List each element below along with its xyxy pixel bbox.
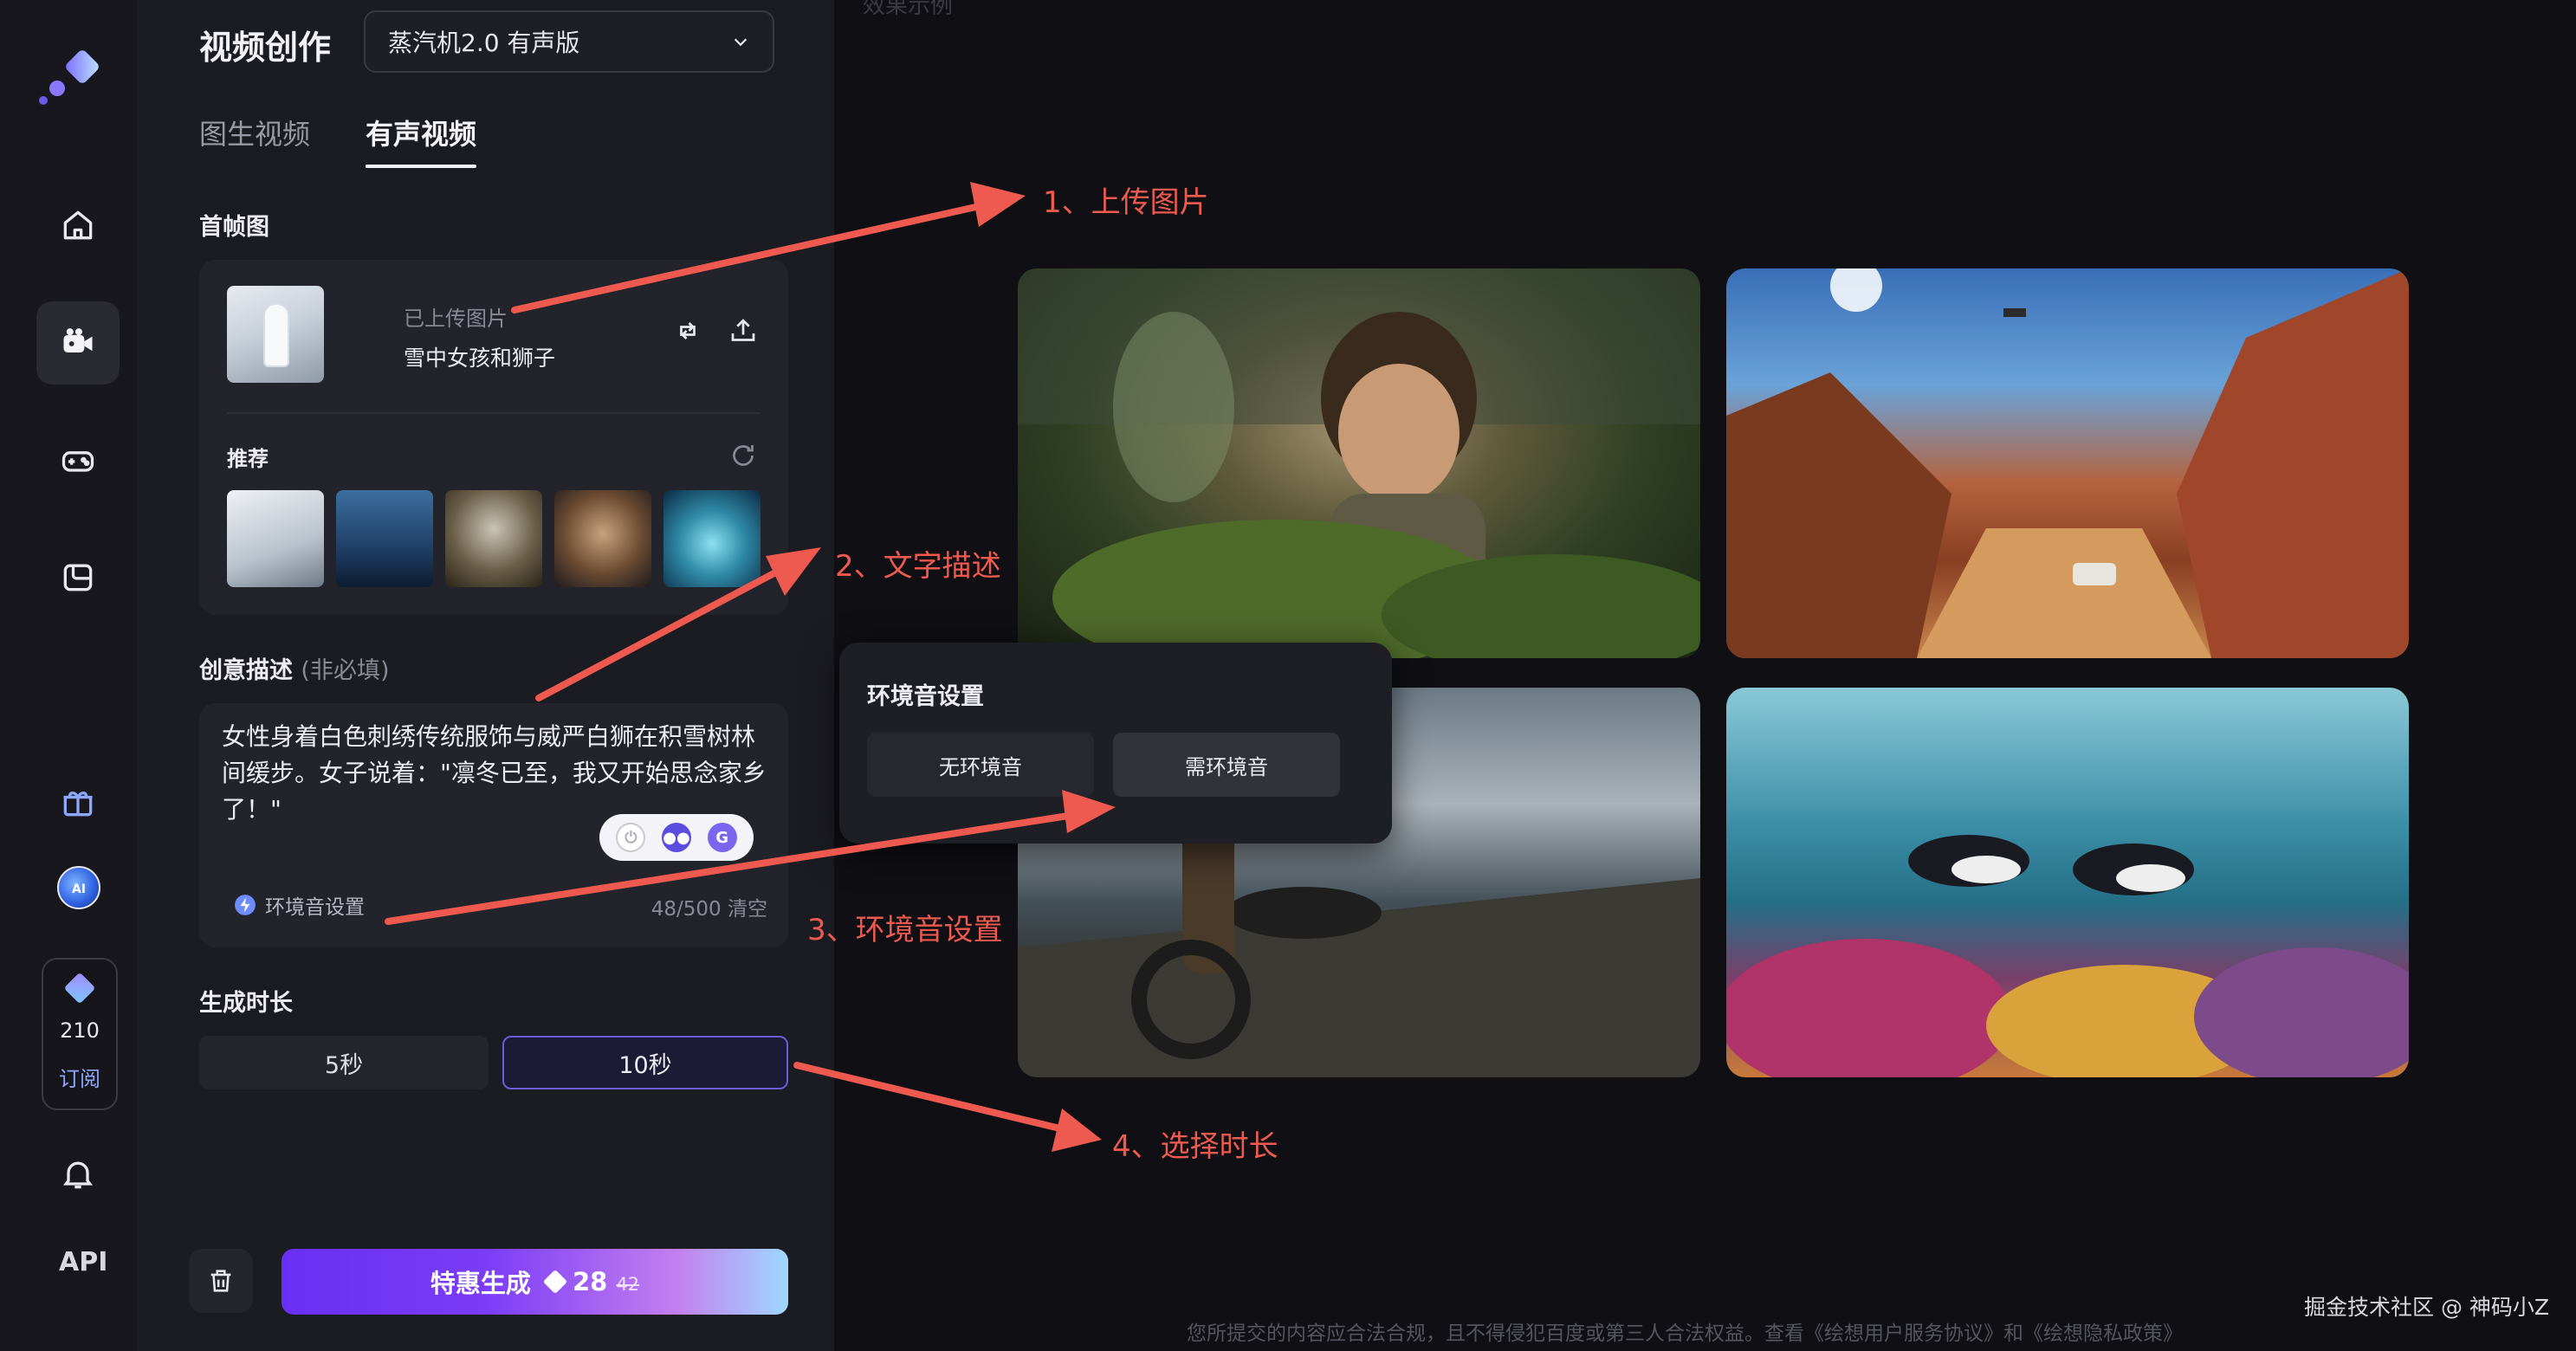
description-label-text: 创意描述	[199, 657, 293, 684]
clear-button[interactable]: 清空	[728, 898, 767, 921]
gamepad-icon	[61, 451, 94, 472]
tab-audio-video[interactable]: 有声视频	[366, 113, 476, 152]
description-card: 女性身着白色刺绣传统服饰与威严白狮在积雪树林间缓步。女子说着："凛冬已至，我又开…	[199, 703, 788, 947]
swap-icon	[680, 322, 696, 339]
nav-gift[interactable]	[36, 760, 120, 844]
first-frame-label: 首帧图	[199, 214, 269, 241]
model-select-value: 蒸汽机2.0 有声版	[388, 29, 580, 57]
credits-count: 210	[60, 1018, 100, 1043]
ai-badge-icon[interactable]: AI	[57, 866, 100, 909]
env-sound-label: 环境音设置	[265, 896, 365, 919]
generate-original-price: 42	[616, 1274, 640, 1295]
recommend-label: 推荐	[227, 447, 269, 471]
tab-image-to-video[interactable]: 图生视频	[199, 113, 310, 152]
generate-button[interactable]: 特惠生成 28 42	[282, 1249, 788, 1315]
recommend-thumbnail[interactable]	[445, 490, 542, 587]
nav-game[interactable]	[36, 419, 120, 502]
env-sound-popover: 环境音设置 无环境音 需环境音	[839, 643, 1392, 844]
chevron-down-icon	[734, 38, 748, 47]
gallery-icon	[63, 564, 93, 591]
api-link[interactable]: API	[59, 1247, 107, 1277]
diamond-icon	[63, 972, 96, 1005]
recommend-thumbnail[interactable]	[227, 490, 324, 587]
uploaded-image-thumbnail[interactable]	[227, 286, 324, 383]
home-icon	[63, 210, 93, 240]
bot-icon[interactable]: ●●	[661, 823, 691, 852]
first-frame-card: 已上传图片 雪中女孩和狮子 推荐	[199, 260, 788, 615]
annotation-step-4: 4、选择时长	[1112, 1129, 1278, 1164]
nav-notifications[interactable]	[36, 1133, 120, 1216]
refresh-recommend-button[interactable]	[724, 436, 762, 475]
divider	[227, 412, 761, 414]
recommend-thumbnail[interactable]	[663, 490, 761, 587]
left-rail: AI 210 订阅 API	[0, 0, 139, 1351]
popover-title: 环境音设置	[867, 683, 984, 710]
char-count-value: 48/500	[650, 898, 722, 921]
description-label: 创意描述 (非必填)	[199, 651, 389, 685]
annotation-step-3: 3、环境音设置	[807, 913, 1003, 947]
generate-price: 28	[572, 1267, 608, 1296]
greenhouse-image	[1018, 268, 1700, 658]
duration-label: 生成时长	[199, 990, 293, 1017]
form-panel: 视频创作 蒸汽机2.0 有声版 图生视频 有声视频 首帧图 已上传图片 雪中女孩…	[139, 0, 834, 1351]
nav-gallery[interactable]	[36, 535, 120, 618]
recommend-thumbnail[interactable]	[554, 490, 651, 587]
model-select[interactable]: 蒸汽机2.0 有声版	[364, 10, 774, 73]
credits-box[interactable]: 210 订阅	[42, 958, 118, 1110]
g-icon[interactable]: G	[707, 823, 737, 852]
env-sound-toggle[interactable]: 环境音设置	[234, 890, 365, 920]
upload-image-button[interactable]	[724, 312, 762, 350]
ai-assist-pill[interactable]: ⏻ ●● G	[599, 814, 754, 861]
example-tile-reef[interactable]	[1726, 688, 2409, 1077]
bell-icon	[62, 1161, 94, 1189]
duration-10s-button[interactable]: 10秒	[502, 1036, 788, 1089]
logo-icon[interactable]	[35, 48, 107, 109]
gift-icon	[63, 792, 93, 817]
delete-button[interactable]	[189, 1249, 253, 1313]
need-env-sound-option[interactable]: 需环境音	[1113, 733, 1340, 797]
page-title: 视频创作	[199, 29, 332, 67]
trash-icon	[210, 1270, 231, 1292]
no-env-sound-option[interactable]: 无环境音	[867, 733, 1094, 797]
footer-disclaimer: 您所提交的内容应合法合规，且不得侵犯百度或第三人合法权益。查看《绘想用户服务协议…	[1187, 1322, 2183, 1345]
video-camera-icon	[63, 328, 93, 352]
active-tab-indicator	[366, 165, 476, 168]
uploaded-image-name: 雪中女孩和狮子	[404, 346, 556, 371]
description-hint: (非必填)	[301, 657, 390, 684]
annotation-step-1: 1、上传图片	[1043, 185, 1209, 220]
generate-cost: 28 42	[542, 1267, 640, 1296]
nav-video-create[interactable]	[36, 301, 120, 385]
refresh-icon	[733, 445, 754, 466]
watermark: 掘金技术社区 @ 神码小Z	[2304, 1295, 2550, 1320]
description-textarea[interactable]: 女性身着白色刺绣传统服饰与威严白狮在积雪树林间缓步。女子说着："凛冬已至，我又开…	[222, 719, 767, 828]
power-icon[interactable]: ⏻	[616, 823, 646, 852]
generate-label: 特惠生成	[430, 1269, 531, 1298]
bolt-icon	[235, 895, 256, 915]
subscribe-link[interactable]: 订阅	[59, 1062, 100, 1092]
example-tile-canyon[interactable]	[1726, 268, 2409, 658]
reef-image	[1726, 835, 2409, 1077]
char-count: 48/500 清空	[651, 892, 767, 921]
diamond-icon	[542, 1269, 567, 1295]
replace-image-button[interactable]	[669, 312, 707, 350]
recommend-thumbnail[interactable]	[336, 490, 433, 587]
duration-5s-button[interactable]: 5秒	[199, 1036, 489, 1089]
example-tile-greenhouse[interactable]	[1018, 268, 1700, 658]
canyon-image	[1726, 268, 2409, 658]
nav-home[interactable]	[36, 184, 120, 267]
annotation-step-2: 2、文字描述	[835, 549, 1001, 584]
upload-status: 已上传图片	[404, 307, 508, 331]
upload-icon	[731, 319, 755, 341]
gallery-heading: 效果示例	[863, 0, 954, 19]
